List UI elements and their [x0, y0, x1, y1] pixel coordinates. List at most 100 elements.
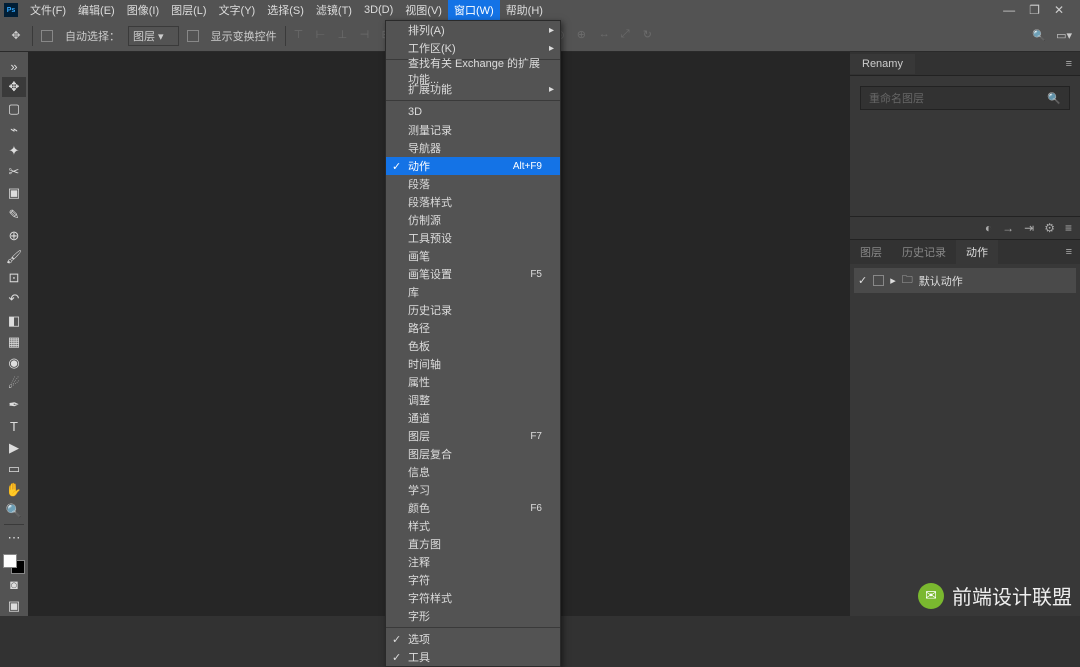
3d-scale-icon[interactable]: ⤢ — [621, 28, 637, 44]
gradient-tool[interactable]: ▦ — [2, 332, 26, 352]
tab-history[interactable]: 历史记录 — [892, 240, 956, 264]
crop-tool[interactable]: ✂ — [2, 162, 26, 182]
brush-tool[interactable]: 🖌 — [2, 247, 26, 267]
auto-select-dropdown[interactable]: 图层 ▾ — [128, 26, 179, 46]
expand-icon[interactable]: ▸ — [890, 274, 896, 287]
menu-item[interactable]: 时间轴 — [386, 355, 560, 373]
menu-image[interactable]: 图像(I) — [121, 0, 165, 20]
lasso-tool[interactable]: ⌁ — [2, 120, 26, 140]
menu-filter[interactable]: 滤镜(T) — [310, 0, 358, 20]
menu-layer[interactable]: 图层(L) — [165, 0, 212, 20]
auto-select-checkbox[interactable] — [41, 30, 53, 42]
menu-item[interactable]: 画笔设置F5 — [386, 265, 560, 283]
menu-item[interactable]: 查找有关 Exchange 的扩展功能... — [386, 62, 560, 80]
menu-item[interactable]: 信息 — [386, 463, 560, 481]
pen-tool[interactable]: ✒ — [2, 395, 26, 415]
tab-actions[interactable]: 动作 — [956, 240, 998, 264]
hand-tool[interactable]: ✋ — [2, 480, 26, 500]
quick-mask-tool[interactable]: ◙ — [2, 575, 26, 595]
blur-tool[interactable]: ◉ — [2, 353, 26, 373]
menu-edit[interactable]: 编辑(E) — [72, 0, 121, 20]
menu-item[interactable]: 属性 — [386, 373, 560, 391]
panel-menu-icon[interactable]: ≡ — [1058, 246, 1080, 258]
menu-item[interactable]: 字符 — [386, 571, 560, 589]
shape-tool[interactable]: ▭ — [2, 459, 26, 479]
action-set-row[interactable]: ✓ ▸ 🗀 默认动作 — [854, 268, 1076, 293]
menu-item[interactable]: 画笔 — [386, 247, 560, 265]
menu-view[interactable]: 视图(V) — [399, 0, 448, 20]
3d-rotate-icon[interactable]: ↻ — [643, 28, 659, 44]
expand-toolbar-icon[interactable]: » — [2, 56, 26, 76]
path-select-tool[interactable]: ▶ — [2, 438, 26, 458]
foreground-swatch[interactable] — [3, 554, 17, 568]
menu-item[interactable]: 调整 — [386, 391, 560, 409]
menu-type[interactable]: 文字(Y) — [213, 0, 262, 20]
menu-item[interactable]: 段落 — [386, 175, 560, 193]
menu-item[interactable]: 测量记录 — [386, 121, 560, 139]
workspace-icon[interactable]: ▭▾ — [1056, 29, 1072, 42]
align-top-icon[interactable]: ⊤ — [294, 28, 310, 44]
quick-select-tool[interactable]: ✦ — [2, 141, 26, 161]
menu-item[interactable]: 通道 — [386, 409, 560, 427]
3d-slide-icon[interactable]: ↔ — [599, 28, 615, 44]
menu-item[interactable]: 库 — [386, 283, 560, 301]
menu-item[interactable]: 字符样式 — [386, 589, 560, 607]
menu-item[interactable]: 路径 — [386, 319, 560, 337]
action-enabled-check[interactable]: ✓ — [858, 274, 867, 287]
menu-item[interactable]: 色板 — [386, 337, 560, 355]
marquee-tool[interactable]: ▢ — [2, 98, 26, 118]
menu-item[interactable]: 字形 — [386, 607, 560, 625]
menu-item[interactable]: 样式 — [386, 517, 560, 535]
align-bottom-icon[interactable]: ⊥ — [338, 28, 354, 44]
menu-item[interactable]: ✓动作Alt+F9 — [386, 157, 560, 175]
align-left-icon[interactable]: ⊣ — [360, 28, 376, 44]
eyedropper-tool[interactable]: ✎ — [2, 204, 26, 224]
3d-pan-icon[interactable]: ⊕ — [577, 28, 593, 44]
type-tool[interactable]: T — [2, 416, 26, 436]
stamp-tool[interactable]: ⊡ — [2, 268, 26, 288]
history-brush-tool[interactable]: ↶ — [2, 289, 26, 309]
renamy-search[interactable]: 重命名图层 🔍 — [860, 86, 1070, 110]
toggle-icon[interactable]: ◐ — [985, 221, 992, 235]
menu-item[interactable]: ✓选项 — [386, 630, 560, 648]
show-transform-checkbox[interactable] — [187, 30, 199, 42]
dodge-tool[interactable]: ☄ — [2, 374, 26, 394]
menu-item[interactable]: 图层F7 — [386, 427, 560, 445]
menu-item[interactable]: 段落样式 — [386, 193, 560, 211]
skip-icon[interactable]: ⇥ — [1024, 221, 1034, 235]
search-icon[interactable]: 🔍 — [1032, 29, 1046, 42]
tab-layers[interactable]: 图层 — [850, 240, 892, 264]
healing-tool[interactable]: ⊕ — [2, 226, 26, 246]
menu-item[interactable]: 历史记录 — [386, 301, 560, 319]
menu-item[interactable]: 直方图 — [386, 535, 560, 553]
menu-window[interactable]: 窗口(W) — [448, 0, 500, 20]
color-swatches[interactable] — [3, 554, 25, 574]
menu-item[interactable]: 颜色F6 — [386, 499, 560, 517]
next-icon[interactable]: → — [1002, 221, 1014, 235]
menu-3d[interactable]: 3D(D) — [358, 2, 399, 18]
close-icon[interactable]: ✕ — [1054, 3, 1064, 17]
menu-item[interactable]: 扩展功能 — [386, 80, 560, 98]
gear-icon[interactable]: ⚙ — [1044, 221, 1055, 235]
frame-tool[interactable]: ▣ — [2, 183, 26, 203]
menu-item[interactable]: 工具预设 — [386, 229, 560, 247]
menu-item[interactable]: 注释 — [386, 553, 560, 571]
menu-item[interactable]: 图层复合 — [386, 445, 560, 463]
action-dialog-toggle[interactable] — [873, 275, 884, 286]
align-vcenter-icon[interactable]: ⊢ — [316, 28, 332, 44]
move-tool[interactable]: ✥ — [2, 77, 26, 97]
minimize-icon[interactable]: ― — [1003, 3, 1015, 17]
panel-menu-icon[interactable]: ≡ — [1058, 58, 1080, 70]
restore-icon[interactable]: ❐ — [1029, 3, 1040, 17]
panel-menu-icon[interactable]: ≡ — [1065, 221, 1072, 235]
menu-file[interactable]: 文件(F) — [24, 0, 72, 20]
eraser-tool[interactable]: ◧ — [2, 310, 26, 330]
menu-select[interactable]: 选择(S) — [261, 0, 310, 20]
menu-item[interactable]: 排列(A) — [386, 21, 560, 39]
menu-item[interactable]: 仿制源 — [386, 211, 560, 229]
zoom-tool[interactable]: 🔍 — [2, 501, 26, 521]
edit-toolbar[interactable]: ⋯ — [2, 528, 26, 548]
menu-item[interactable]: 学习 — [386, 481, 560, 499]
menu-item[interactable]: 导航器 — [386, 139, 560, 157]
screen-mode-tool[interactable]: ▣ — [2, 596, 26, 616]
